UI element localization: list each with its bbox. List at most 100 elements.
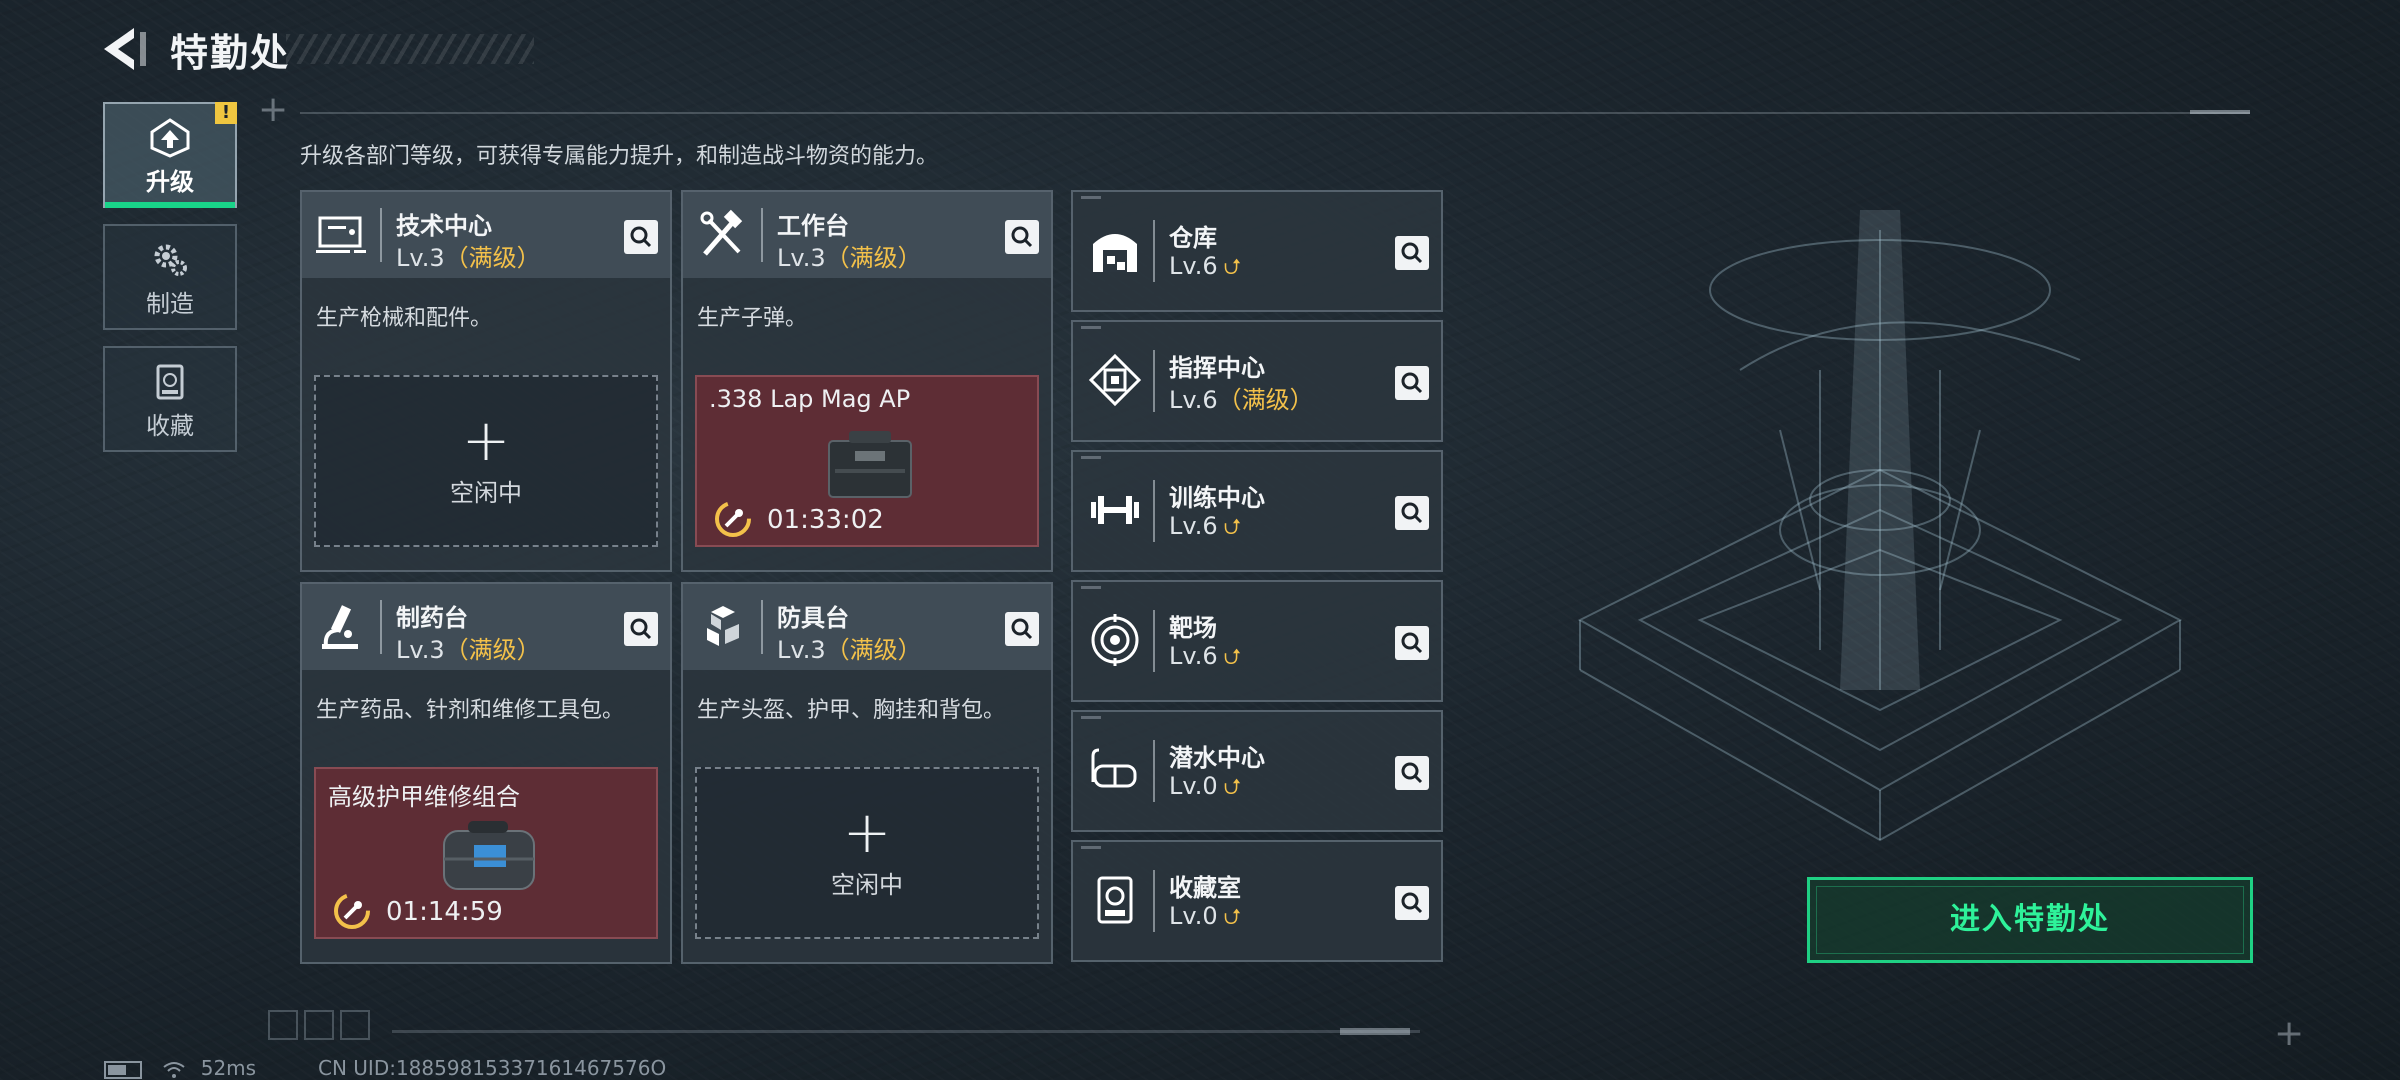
separator xyxy=(761,600,763,654)
facility-name: 靶场 xyxy=(1169,614,1217,642)
enter-base-button[interactable]: 进入特勤处 xyxy=(1807,877,2253,963)
inspect-button[interactable] xyxy=(1395,886,1429,920)
separator xyxy=(1153,480,1155,542)
station-card-workbench[interactable]: 工作台 Lv.3（满级） 生产子弹。 .338 Lap Mag AP 01:33… xyxy=(681,190,1053,572)
inspect-button[interactable] xyxy=(1005,612,1039,646)
separator xyxy=(380,600,382,654)
collection-icon xyxy=(105,362,235,402)
tab-label: 收藏 xyxy=(146,412,194,440)
facility-level: Lv.6 ⮍ xyxy=(1169,642,1242,670)
add-icon: + xyxy=(842,798,892,866)
tab-craft[interactable]: 制造 xyxy=(103,224,237,330)
wifi-icon xyxy=(162,1056,192,1080)
crafting-timer: 01:14:59 xyxy=(386,897,503,927)
page-title: 特勤处 xyxy=(170,31,291,75)
ammo-box-image xyxy=(815,423,925,503)
page-description: 升级各部门等级，可获得专属能力提升，和制造战斗物资的能力。 xyxy=(300,144,939,169)
upgrade-available-icon: ⮍ xyxy=(1223,515,1242,540)
station-card-pharmacy[interactable]: 制药台 Lv.3（满级） 生产药品、针剂和维修工具包。 高级护甲维修组合 01:… xyxy=(300,582,672,964)
inspect-button[interactable] xyxy=(1395,756,1429,790)
command-center-icon xyxy=(1087,352,1143,408)
station-name: 工作台 xyxy=(777,212,849,240)
tab-label: 升级 xyxy=(146,168,194,196)
upgrade-available-icon: ⮍ xyxy=(1223,775,1242,800)
facility-level: Lv.6 ⮍ xyxy=(1169,512,1242,540)
inspect-button[interactable] xyxy=(1395,626,1429,660)
active-tab-indicator xyxy=(105,202,235,208)
dive-mask-icon xyxy=(1087,742,1143,798)
gears-icon xyxy=(105,240,235,280)
base-building-illustration xyxy=(1520,170,2240,870)
station-level: Lv.3（满级） xyxy=(396,636,541,664)
facility-name: 潜水中心 xyxy=(1169,744,1265,772)
corner-tick xyxy=(1081,456,1101,459)
facility-card-collection-room[interactable]: 收藏室 Lv.0 ⮍ xyxy=(1071,840,1443,962)
facility-card-command-center[interactable]: 指挥中心 Lv.6（满级） xyxy=(1071,320,1443,442)
separator xyxy=(1153,870,1155,932)
station-level: Lv.3（满级） xyxy=(777,636,922,664)
warning-badge: ! xyxy=(215,102,237,124)
battery-icon xyxy=(104,1060,142,1079)
separator xyxy=(1153,350,1155,412)
wrench-timer-icon xyxy=(332,891,372,931)
idle-label: 空闲中 xyxy=(831,871,903,899)
user-uid: CN UID:18859815337161467576O xyxy=(318,1056,667,1080)
inspect-button[interactable] xyxy=(1005,220,1039,254)
tech-center-icon xyxy=(314,208,370,264)
facility-name: 仓库 xyxy=(1169,224,1217,252)
facility-level: Lv.6（满级） xyxy=(1169,386,1314,414)
inspect-button[interactable] xyxy=(624,612,658,646)
armor-blocks-icon xyxy=(695,600,751,656)
station-card-armor[interactable]: 防具台 Lv.3（满级） 生产头盔、护甲、胸挂和背包。 + 空闲中 xyxy=(681,582,1053,964)
station-description: 生产子弹。 xyxy=(697,306,808,331)
tab-collection[interactable]: 收藏 xyxy=(103,346,237,452)
station-card-tech-center[interactable]: 技术中心 Lv.3（满级） 生产枪械和配件。 + 空闲中 xyxy=(300,190,672,572)
station-description: 生产药品、针剂和维修工具包。 xyxy=(316,698,625,723)
search-icon xyxy=(1011,226,1033,248)
corner-tick xyxy=(1081,196,1101,199)
corner-box-decoration xyxy=(304,1010,334,1040)
upgrade-available-icon: ⮍ xyxy=(1223,645,1242,670)
station-name: 制药台 xyxy=(396,604,468,632)
scroll-rail xyxy=(392,1030,1420,1033)
facility-card-warehouse[interactable]: 仓库 Lv.6 ⮍ xyxy=(1071,190,1443,312)
search-icon xyxy=(1401,762,1423,784)
station-description: 生产头盔、护甲、胸挂和背包。 xyxy=(697,698,1006,723)
add-icon: + xyxy=(461,406,511,474)
status-bar: 52ms xyxy=(104,1056,256,1080)
tab-label: 制造 xyxy=(146,290,194,318)
tab-upgrade[interactable]: ! 升级 xyxy=(103,102,237,208)
inspect-button[interactable] xyxy=(1395,496,1429,530)
production-slot-idle[interactable]: + 空闲中 xyxy=(695,767,1039,939)
crafting-item-name: 高级护甲维修组合 xyxy=(328,783,520,811)
ping-value: 52ms xyxy=(200,1056,257,1080)
production-slot-busy[interactable]: .338 Lap Mag AP 01:33:02 xyxy=(695,375,1039,547)
separator xyxy=(380,208,382,262)
production-slot-idle[interactable]: + 空闲中 xyxy=(314,375,658,547)
inspect-button[interactable] xyxy=(1395,236,1429,270)
upgrade-available-icon: ⮍ xyxy=(1223,255,1242,280)
search-icon xyxy=(1401,502,1423,524)
facility-card-dive-center[interactable]: 潜水中心 Lv.0 ⮍ xyxy=(1071,710,1443,832)
title-hatch-decoration xyxy=(286,34,534,64)
station-description: 生产枪械和配件。 xyxy=(316,306,493,331)
production-slot-busy[interactable]: 高级护甲维修组合 01:14:59 xyxy=(314,767,658,939)
facility-level: Lv.6 ⮍ xyxy=(1169,252,1242,280)
inspect-button[interactable] xyxy=(624,220,658,254)
search-icon xyxy=(1401,372,1423,394)
back-button[interactable] xyxy=(100,22,154,76)
separator xyxy=(1153,740,1155,802)
corner-tick xyxy=(1081,326,1101,329)
idle-label: 空闲中 xyxy=(450,479,522,507)
scroll-thumb[interactable] xyxy=(1340,1028,1410,1035)
dumbbell-icon xyxy=(1087,482,1143,538)
crosshair-decoration: + xyxy=(2274,1013,2305,1054)
facility-card-shooting-range[interactable]: 靶场 Lv.6 ⮍ xyxy=(1071,580,1443,702)
back-arrow-icon xyxy=(104,28,146,70)
station-name: 技术中心 xyxy=(396,212,492,240)
facility-level: Lv.0 ⮍ xyxy=(1169,902,1242,930)
search-icon xyxy=(1401,242,1423,264)
corner-tick xyxy=(1081,586,1101,589)
inspect-button[interactable] xyxy=(1395,366,1429,400)
facility-card-training-center[interactable]: 训练中心 Lv.6 ⮍ xyxy=(1071,450,1443,572)
